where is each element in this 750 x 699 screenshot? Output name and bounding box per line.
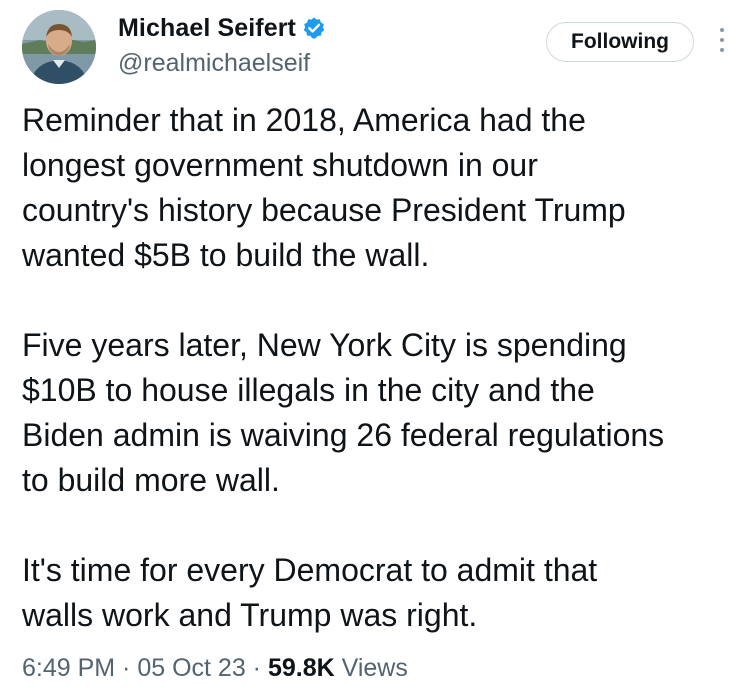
author-identity: Michael Seifert @realmichaelseif — [118, 12, 326, 78]
meta-separator: · — [245, 654, 268, 682]
verified-badge-icon — [302, 16, 326, 40]
views-count[interactable]: 59.8K — [268, 654, 335, 682]
profile-photo-image — [22, 10, 96, 84]
name-row: Michael Seifert — [118, 12, 326, 44]
tweet-date[interactable]: 05 Oct 23 — [137, 654, 245, 682]
tweet-meta: 6:49 PM · 05 Oct 23 · 59.8K Views — [22, 654, 408, 683]
tweet-paragraph: Reminder that in 2018, America had the l… — [22, 102, 626, 273]
tweet-card: Michael Seifert @realmichaelseif Followi… — [0, 0, 750, 699]
tweet-paragraph: Five years later, New York City is spend… — [22, 327, 665, 498]
tweet-paragraph: It's time for every Democrat to admit th… — [22, 552, 598, 633]
avatar[interactable] — [22, 10, 96, 84]
views-label: Views — [334, 654, 408, 682]
author-display-name[interactable]: Michael Seifert — [118, 14, 296, 43]
tweet-text: Reminder that in 2018, America had the l… — [22, 98, 737, 638]
meta-separator: · — [115, 654, 138, 682]
author-handle[interactable]: @realmichaelseif — [118, 49, 326, 78]
vertical-ellipsis-icon[interactable] — [716, 28, 728, 58]
tweet-time[interactable]: 6:49 PM — [22, 654, 115, 682]
following-button[interactable]: Following — [546, 22, 694, 62]
tweet-header: Michael Seifert @realmichaelseif Followi… — [22, 10, 730, 84]
